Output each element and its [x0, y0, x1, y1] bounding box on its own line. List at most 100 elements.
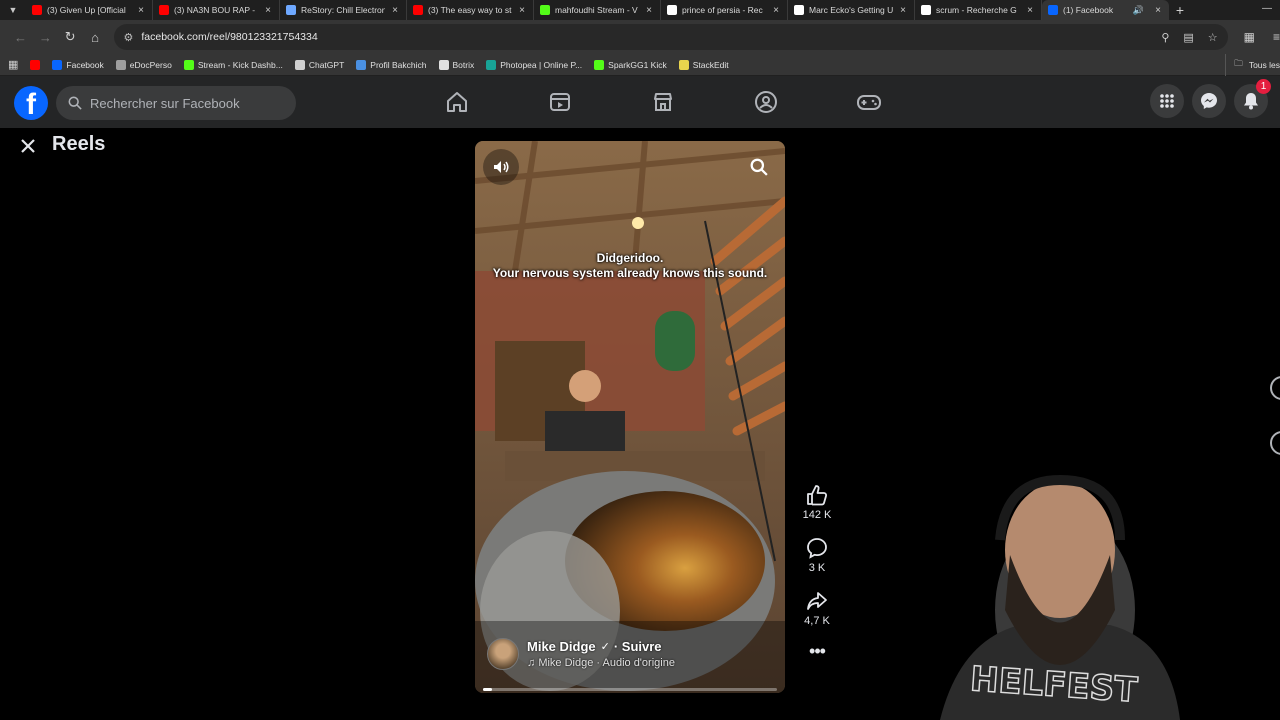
tab-title: (3) Given Up [Official — [47, 5, 126, 15]
video-search-button[interactable] — [741, 149, 777, 185]
tab-title: (3) NA3N BOU RAP - — [174, 5, 256, 15]
like-button[interactable]: 142 K — [803, 484, 831, 521]
reel-video[interactable]: Didgeridoo. Your nervous system already … — [475, 141, 785, 693]
browser-tab[interactable]: (1) Facebook 🔊 × — [1042, 0, 1169, 20]
zoom-icon[interactable]: ⚲ — [1161, 31, 1169, 44]
nav-video[interactable] — [508, 76, 611, 128]
marketplace-icon — [653, 93, 672, 111]
tab-audio-icon[interactable]: 🔊 — [1133, 5, 1144, 16]
browser-tab[interactable]: scrum - Recherche G × — [915, 0, 1042, 20]
browser-tab[interactable]: (3) The easy way to st × — [407, 0, 534, 20]
sound-toggle-button[interactable] — [483, 149, 519, 185]
notification-badge: 1 — [1256, 79, 1271, 94]
address-bar: ← → ↻ ⌂ ⚙ facebook.com/reel/980123321754… — [0, 20, 1280, 54]
tab-favicon-icon — [921, 5, 931, 15]
browser-tab[interactable]: mahfoudhi Stream - V × — [534, 0, 661, 20]
tab-close-icon[interactable]: × — [390, 5, 400, 16]
tab-close-icon[interactable]: × — [898, 5, 908, 16]
follow-button[interactable]: · Suivre — [614, 639, 662, 654]
window-controls: — — [1262, 3, 1272, 14]
tab-close-icon[interactable]: × — [1153, 5, 1163, 16]
bookmark-favicon-icon — [678, 59, 689, 70]
share-button[interactable]: 4,7 K — [804, 590, 830, 627]
bookmark-item[interactable]: eDocPerso — [115, 59, 172, 70]
bookmark-favicon-icon — [356, 59, 367, 70]
facebook-logo[interactable]: f — [14, 86, 48, 120]
browser-tab[interactable]: ReStory: Chill Electron × — [280, 0, 407, 20]
facebook-search-input[interactable]: Rechercher sur Facebook — [56, 86, 296, 120]
browser-tab[interactable]: (3) Given Up [Official × — [26, 0, 153, 20]
site-info-icon[interactable]: ⚙ — [124, 31, 134, 44]
speaker-icon — [494, 161, 509, 173]
reel-caption: Didgeridoo. Your nervous system already … — [475, 251, 785, 281]
browser-tab[interactable]: (3) NA3N BOU RAP - × — [153, 0, 280, 20]
messenger-icon — [1201, 93, 1217, 109]
close-reels-button[interactable] — [12, 130, 44, 162]
tab-favicon-icon — [32, 5, 42, 15]
tab-close-icon[interactable]: × — [1025, 5, 1035, 16]
more-options-icon[interactable]: ••• — [809, 641, 826, 662]
back-button[interactable]: ← — [8, 30, 33, 45]
reload-button[interactable]: ↻ — [58, 29, 83, 45]
bookmark-item[interactable]: Stream - Kick Dashb... — [183, 59, 283, 70]
nav-home[interactable] — [405, 76, 508, 128]
comment-button[interactable]: 3 K — [806, 537, 828, 574]
home-button[interactable]: ⌂ — [83, 30, 108, 45]
bookmark-item[interactable]: Botrix — [438, 59, 474, 70]
bookmark-item[interactable]: Profil Bakchich — [356, 59, 427, 70]
bookmark-item[interactable]: Facebook — [52, 59, 104, 70]
audio-label[interactable]: ♫ Mike Didge · Audio d'origine — [527, 657, 675, 669]
tab-close-icon[interactable]: × — [136, 5, 146, 16]
minimize-icon[interactable]: — — [1262, 3, 1272, 14]
previous-reel-button[interactable] — [1270, 376, 1280, 400]
tab-title: ReStory: Chill Electron — [301, 5, 385, 15]
bookmark-item[interactable]: Photopea | Online P... — [486, 59, 582, 70]
bookmark-item[interactable]: SparkGG1 Kick — [594, 59, 667, 70]
browser-tab[interactable]: prince of persia - Rec × — [661, 0, 788, 20]
reading-list-icon[interactable]: ≡ — [1273, 30, 1280, 44]
menu-button[interactable] — [1150, 84, 1184, 118]
tab-title: mahfoudhi Stream - V — [555, 5, 638, 15]
all-bookmarks[interactable]: 🗀 Tous les — [1225, 54, 1280, 76]
tab-favicon-icon — [540, 5, 550, 15]
new-tab-button[interactable]: + — [1169, 2, 1191, 18]
tab-search-icon[interactable]: ▼ — [0, 0, 26, 20]
bookmarks-bar: ▦ Facebook eDocPerso Stream - Kick Dashb..… — [0, 54, 1280, 76]
nav-groups[interactable] — [714, 76, 817, 128]
notifications-button[interactable]: 1 — [1234, 79, 1271, 118]
music-note-icon: ♫ — [527, 657, 536, 669]
nav-gaming[interactable] — [817, 76, 920, 128]
share-count: 4,7 K — [804, 615, 830, 627]
share-arrow-icon — [807, 592, 827, 610]
messenger-button[interactable] — [1192, 84, 1226, 118]
avatar[interactable] — [487, 638, 519, 670]
video-progress-bar[interactable] — [483, 688, 777, 691]
next-reel-button[interactable] — [1270, 431, 1280, 455]
bookmark-label: Facebook — [66, 59, 104, 70]
tab-title: scrum - Recherche G — [936, 5, 1017, 15]
bookmark-item[interactable]: StackEdit — [678, 59, 729, 70]
bookmark-label: StackEdit — [692, 59, 729, 70]
url-field[interactable]: ⚙ facebook.com/reel/980123321754334 ⚲ ▤ … — [113, 24, 1228, 50]
bookmark-label: eDocPerso — [129, 59, 172, 70]
bookmark-item[interactable] — [30, 59, 41, 70]
bookmark-star-icon[interactable]: ☆ — [1208, 31, 1218, 44]
tab-close-icon[interactable]: × — [644, 5, 654, 16]
install-app-icon[interactable]: ▤ — [1183, 31, 1193, 44]
forward-button[interactable]: → — [33, 30, 58, 45]
tab-close-icon[interactable]: × — [771, 5, 781, 16]
reel-actions: 142 K 3 K 4,7 K ••• — [796, 484, 838, 662]
url-text: facebook.com/reel/980123321754334 — [141, 31, 318, 43]
author-name[interactable]: Mike Didge — [527, 639, 596, 654]
apps-grid-icon[interactable]: ▦ — [8, 58, 18, 71]
tab-title: Marc Ecko's Getting U — [809, 5, 893, 15]
extensions-icon[interactable]: ▦ — [1244, 30, 1255, 44]
bookmark-favicon-icon — [594, 59, 605, 70]
nav-marketplace[interactable] — [611, 76, 714, 128]
tab-close-icon[interactable]: × — [517, 5, 527, 16]
main-nav — [405, 76, 920, 128]
tab-close-icon[interactable]: × — [263, 5, 273, 16]
gamepad-icon — [856, 95, 881, 110]
bookmark-item[interactable]: ChatGPT — [294, 59, 344, 70]
browser-tab[interactable]: Marc Ecko's Getting U × — [788, 0, 915, 20]
